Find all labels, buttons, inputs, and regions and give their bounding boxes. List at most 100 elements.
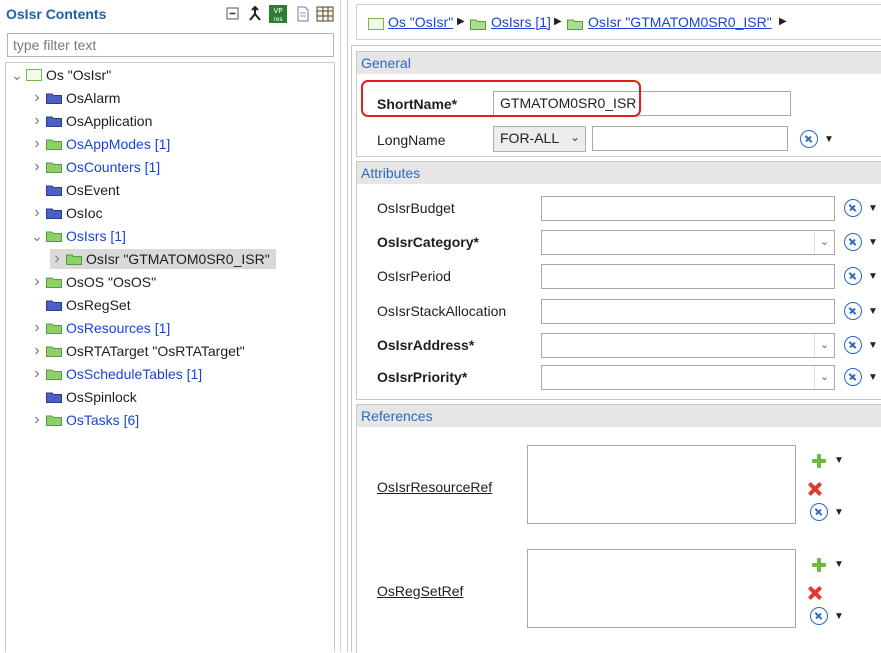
longname-language-value: FOR-ALL: [500, 130, 560, 146]
folder-green-icon: [46, 162, 62, 173]
section-header: References: [357, 405, 881, 427]
attribute-select[interactable]: ⌄: [541, 365, 835, 390]
chevron-down-icon[interactable]: ⌄: [10, 65, 24, 85]
folder-green-icon: [470, 19, 486, 30]
chevron-down-icon: ⌄: [814, 366, 834, 389]
link-icon[interactable]: [246, 5, 264, 23]
reset-icon[interactable]: [844, 267, 862, 285]
shortname-input[interactable]: GTMATOM0SR0_ISR: [493, 91, 791, 116]
longname-language-select[interactable]: FOR-ALL ⌄: [493, 126, 586, 152]
chevron-right-icon[interactable]: ›: [30, 111, 44, 131]
dropdown-caret-icon[interactable]: ▼: [834, 611, 844, 622]
folder-blue-icon: [46, 392, 62, 403]
dropdown-caret-icon[interactable]: ▼: [824, 134, 834, 145]
tree-item[interactable]: › OsResources [1]: [30, 318, 170, 338]
chevron-right-icon[interactable]: ›: [30, 410, 44, 430]
chevron-right-icon[interactable]: ›: [30, 88, 44, 108]
tree-item-label: OsIsr "GTMATOM0SR0_ISR": [86, 251, 270, 267]
tree-item[interactable]: › OsIoc: [30, 203, 102, 223]
attribute-select[interactable]: ⌄: [541, 333, 835, 358]
folder-blue-icon: [46, 185, 62, 196]
reset-icon[interactable]: [844, 336, 862, 354]
reference-label[interactable]: OsRegSetRef: [377, 583, 463, 599]
attribute-input[interactable]: [541, 196, 835, 221]
folder-green-icon: [46, 323, 62, 334]
reset-icon[interactable]: [844, 199, 862, 217]
os-root-icon: [26, 69, 42, 81]
attribute-label: OsIsrStackAllocation: [377, 303, 507, 319]
tree-item[interactable]: ⌄ OsIsrs [1]: [30, 226, 126, 246]
folder-blue-icon: [46, 93, 62, 104]
add-icon[interactable]: [812, 454, 826, 468]
breadcrumb-item-os[interactable]: Os "OsIsr": [388, 14, 453, 30]
chevron-right-icon[interactable]: ›: [30, 318, 44, 338]
attribute-select[interactable]: ⌄: [541, 230, 835, 255]
dropdown-caret-icon[interactable]: ▼: [834, 455, 844, 466]
dropdown-caret-icon[interactable]: ▼: [834, 559, 844, 570]
tree-item[interactable]: › OsCounters [1]: [30, 157, 160, 177]
chevron-right-icon[interactable]: ›: [30, 364, 44, 384]
reset-icon[interactable]: [844, 233, 862, 251]
dropdown-caret-icon[interactable]: ▼: [868, 306, 878, 317]
dropdown-caret-icon[interactable]: ▼: [868, 237, 878, 248]
tree-item[interactable]: › OsAppModes [1]: [30, 134, 170, 154]
reference-label[interactable]: OsIsrResourceRef: [377, 479, 492, 495]
breadcrumb-item-osisrs[interactable]: OsIsrs [1]: [491, 14, 551, 30]
collapse-all-icon[interactable]: [224, 5, 242, 23]
folder-blue-icon: [46, 300, 62, 311]
attribute-label: OsIsrBudget: [377, 200, 455, 216]
chevron-right-icon[interactable]: ›: [50, 249, 64, 269]
svg-text:res: res: [273, 16, 282, 23]
document-icon[interactable]: [294, 5, 312, 23]
delete-icon[interactable]: [808, 586, 822, 600]
add-icon[interactable]: [812, 558, 826, 572]
attribute-input[interactable]: [541, 264, 835, 289]
tree-item[interactable]: ⌄ Os "OsIsr": [10, 65, 111, 85]
dropdown-caret-icon[interactable]: ▼: [868, 340, 878, 351]
tree-item[interactable]: › OsApplication: [30, 111, 152, 131]
contents-panel: OsIsr Contents VP res ⌄ Os "OsIsr": [0, 0, 341, 652]
table-icon[interactable]: [316, 5, 334, 23]
chevron-right-icon[interactable]: ›: [30, 203, 44, 223]
reset-icon[interactable]: [844, 368, 862, 386]
reset-icon[interactable]: [810, 503, 828, 521]
tree-item[interactable]: OsEvent: [30, 180, 120, 200]
tree-item[interactable]: OsSpinlock: [30, 387, 137, 407]
reference-list[interactable]: [527, 445, 796, 524]
tree-item[interactable]: › OsOS "OsOS": [30, 272, 156, 292]
tree-item[interactable]: › OsTasks [6]: [30, 410, 139, 430]
tree-item-label: OsCounters [1]: [66, 159, 161, 175]
tree-item[interactable]: › OsScheduleTables [1]: [30, 364, 202, 384]
delete-icon[interactable]: [808, 482, 822, 496]
chevron-right-icon[interactable]: ›: [30, 157, 44, 177]
dropdown-caret-icon[interactable]: ▼: [834, 507, 844, 518]
editor-panel: Os "OsIsr" ▶ OsIsrs [1] ▶ OsIsr "GTMATOM…: [347, 0, 881, 653]
attribute-input[interactable]: [541, 299, 835, 324]
tree-item[interactable]: › OsAlarm: [30, 88, 120, 108]
tree-item[interactable]: OsRegSet: [30, 295, 131, 315]
breadcrumb-item-osisr[interactable]: OsIsr "GTMATOM0SR0_ISR": [588, 14, 772, 30]
folder-green-icon: [46, 277, 62, 288]
tree-item[interactable]: › OsRTATarget "OsRTATarget": [30, 341, 244, 361]
reset-icon[interactable]: [844, 302, 862, 320]
vp-res-icon[interactable]: VP res: [269, 5, 287, 23]
chevron-right-icon[interactable]: ›: [30, 341, 44, 361]
breadcrumb-more-icon[interactable]: ▶: [779, 16, 787, 27]
longname-input[interactable]: [592, 126, 788, 151]
dropdown-caret-icon[interactable]: ▼: [868, 271, 878, 282]
tree-item-label: OsTasks [6]: [66, 412, 140, 428]
reference-list[interactable]: [527, 549, 796, 628]
tree-item[interactable]: › OsIsr "GTMATOM0SR0_ISR": [50, 249, 276, 269]
chevron-down-icon[interactable]: ⌄: [30, 226, 44, 246]
folder-green-icon: [46, 231, 62, 242]
section-header: General: [357, 52, 881, 74]
reset-icon[interactable]: [800, 130, 818, 148]
filter-input[interactable]: [7, 33, 334, 57]
chevron-right-icon[interactable]: ›: [30, 272, 44, 292]
folder-green-icon: [46, 415, 62, 426]
dropdown-caret-icon[interactable]: ▼: [868, 203, 878, 214]
reset-icon[interactable]: [810, 607, 828, 625]
panel-title: OsIsr Contents: [6, 6, 107, 22]
dropdown-caret-icon[interactable]: ▼: [868, 372, 878, 383]
chevron-right-icon[interactable]: ›: [30, 134, 44, 154]
